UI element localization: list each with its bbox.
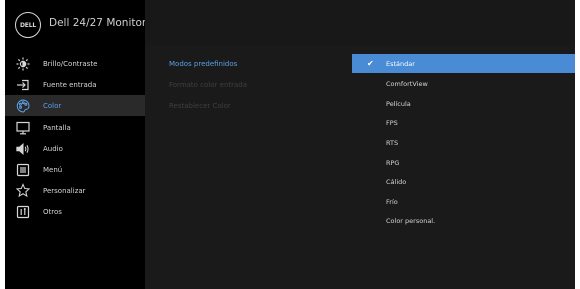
checkmark-icon: ✔	[367, 59, 374, 68]
menu-item-personalizar[interactable]: Personalizar	[5, 180, 145, 201]
option-frio[interactable]: Frío	[352, 192, 575, 211]
star-icon	[16, 183, 30, 198]
option-fps[interactable]: FPS	[352, 113, 575, 132]
menu-label: Otros	[43, 207, 62, 216]
menu-label: Fuente entrada	[43, 80, 97, 89]
menu-label: Pantalla	[43, 123, 71, 132]
display-icon	[16, 121, 30, 135]
option-pelicula[interactable]: Película	[352, 94, 575, 113]
option-label: FPS	[386, 118, 398, 127]
option-label: Color personal.	[386, 216, 436, 225]
submenu-restablecer-color: Restablecer Color	[169, 102, 231, 110]
menu-label: Audio	[43, 144, 63, 153]
menu-item-brillo-contraste[interactable]: Brillo/Contraste	[5, 53, 145, 74]
menu-item-menu[interactable]: Menú	[5, 159, 145, 180]
menu-label: Menú	[43, 165, 63, 174]
menu-item-color[interactable]: Color	[5, 95, 145, 116]
sidebar: DELL Dell 24/27 Monitor Brillo/Contraste	[5, 0, 147, 289]
option-label: RPG	[386, 158, 400, 167]
option-label: ComfortView	[386, 79, 428, 88]
menu-icon	[16, 163, 30, 177]
menu-item-otros[interactable]: Otros	[5, 201, 145, 222]
option-rts[interactable]: RTS	[352, 133, 575, 152]
option-label: Película	[386, 99, 411, 108]
menu-label: Brillo/Contraste	[43, 59, 98, 68]
submenu-formato-color-entrada: Formato color entrada	[169, 81, 248, 89]
menu-item-fuente-entrada[interactable]: Fuente entrada	[5, 74, 145, 95]
option-label: Cálido	[386, 177, 407, 186]
menu-label: Personalizar	[43, 186, 86, 195]
dell-logo: DELL	[15, 12, 41, 38]
option-comfortview[interactable]: ComfortView	[352, 74, 575, 93]
osd-title: Dell 24/27 Monitor	[49, 17, 147, 29]
info-icon	[16, 205, 30, 219]
header-bar	[145, 0, 575, 45]
option-label: Frío	[386, 197, 398, 206]
option-estandar[interactable]: ✔ Estándar	[352, 54, 575, 73]
menu-item-pantalla[interactable]: Pantalla	[5, 117, 145, 138]
speaker-icon	[16, 142, 30, 156]
option-rpg[interactable]: RPG	[352, 153, 575, 172]
option-label: RTS	[386, 138, 399, 147]
menu-item-audio[interactable]: Audio	[5, 138, 145, 159]
color-palette-icon	[16, 99, 30, 113]
option-color-personal[interactable]: Color personal.	[352, 211, 575, 230]
menu-label: Color	[43, 101, 62, 110]
input-source-icon	[16, 78, 30, 92]
option-calido[interactable]: Cálido	[352, 172, 575, 191]
submenu-modos-predefinidos[interactable]: Modos predefinidos	[169, 60, 237, 68]
brightness-icon	[16, 57, 30, 71]
option-label: Estándar	[386, 59, 415, 68]
